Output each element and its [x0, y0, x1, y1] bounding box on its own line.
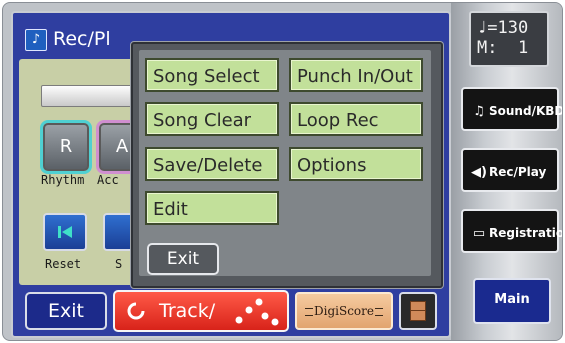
staff-lines-icon: [374, 307, 383, 316]
popup-exit-button[interactable]: Exit: [147, 243, 219, 275]
right-panel: ♩=130 M: 1 ♫ Sound/KBD ◀) Rec/Play ▭ Regist…: [451, 3, 562, 340]
screen-title: Rec/Pl: [53, 28, 111, 50]
rec-play-label: Rec/Play: [489, 165, 547, 179]
options-button[interactable]: Options: [289, 147, 423, 181]
registration-button[interactable]: ▭Registration: [461, 209, 562, 253]
reset-button[interactable]: [43, 213, 87, 251]
rec-play-button[interactable]: ◀) Rec/Play: [461, 148, 559, 192]
measure-readout: M: 1: [477, 38, 529, 58]
music-note-icon: ♫: [473, 104, 485, 119]
bottom-bar: Exit Track/ DigiScore: [19, 289, 443, 332]
punch-in-out-button[interactable]: Punch In/Out: [289, 58, 423, 92]
digiscore-label: DigiScore: [314, 304, 374, 318]
drawer-icon: [410, 301, 426, 321]
registration-label: Registration: [489, 226, 562, 240]
staff-lines-icon: [305, 307, 313, 316]
edit-button[interactable]: Edit: [145, 191, 279, 225]
function-menu-popup: Song Select Punch In/Out Song Clear Loop…: [131, 42, 443, 288]
track-button[interactable]: Track/: [113, 290, 289, 332]
tempo-readout: ♩=130: [477, 18, 529, 38]
loop-rec-button[interactable]: Loop Rec: [289, 102, 423, 136]
sound-kbd-label: Sound/KBD: [489, 104, 563, 118]
reset-label: Reset: [45, 257, 82, 271]
transport-label-2: S: [115, 257, 123, 271]
skip-back-icon: [58, 226, 72, 238]
accomp-part-label: Acc: [97, 173, 119, 187]
device-frame: ♪ Rec/Pl R A Rhythm Acc Reset S Exit Tra…: [2, 2, 563, 341]
function-menu-body: Song Select Punch In/Out Song Clear Loop…: [139, 50, 431, 276]
track-label: Track/: [159, 300, 216, 322]
main-button[interactable]: Main: [473, 278, 551, 324]
sound-kbd-button[interactable]: ♫ Sound/KBD: [461, 87, 562, 131]
dots-pattern-icon: [235, 298, 279, 326]
rhythm-part-label: Rhythm: [41, 173, 85, 187]
drawer-button[interactable]: [399, 292, 437, 330]
exit-button[interactable]: Exit: [25, 292, 107, 330]
book-icon: ▭: [472, 226, 486, 241]
save-delete-button[interactable]: Save/Delete: [145, 147, 279, 181]
tempo-display: ♩=130 M: 1: [469, 11, 549, 67]
rec-play-icon: ♪: [25, 29, 47, 51]
speaker-icon: ◀): [471, 165, 487, 180]
song-clear-button[interactable]: Song Clear: [145, 102, 279, 136]
digiscore-button[interactable]: DigiScore: [295, 292, 393, 330]
rhythm-part-button[interactable]: R: [43, 123, 89, 171]
song-select-button[interactable]: Song Select: [145, 58, 279, 92]
main-screen: ♪ Rec/Pl R A Rhythm Acc Reset S Exit Tra…: [11, 11, 451, 338]
circular-arrow-icon: [127, 302, 145, 320]
